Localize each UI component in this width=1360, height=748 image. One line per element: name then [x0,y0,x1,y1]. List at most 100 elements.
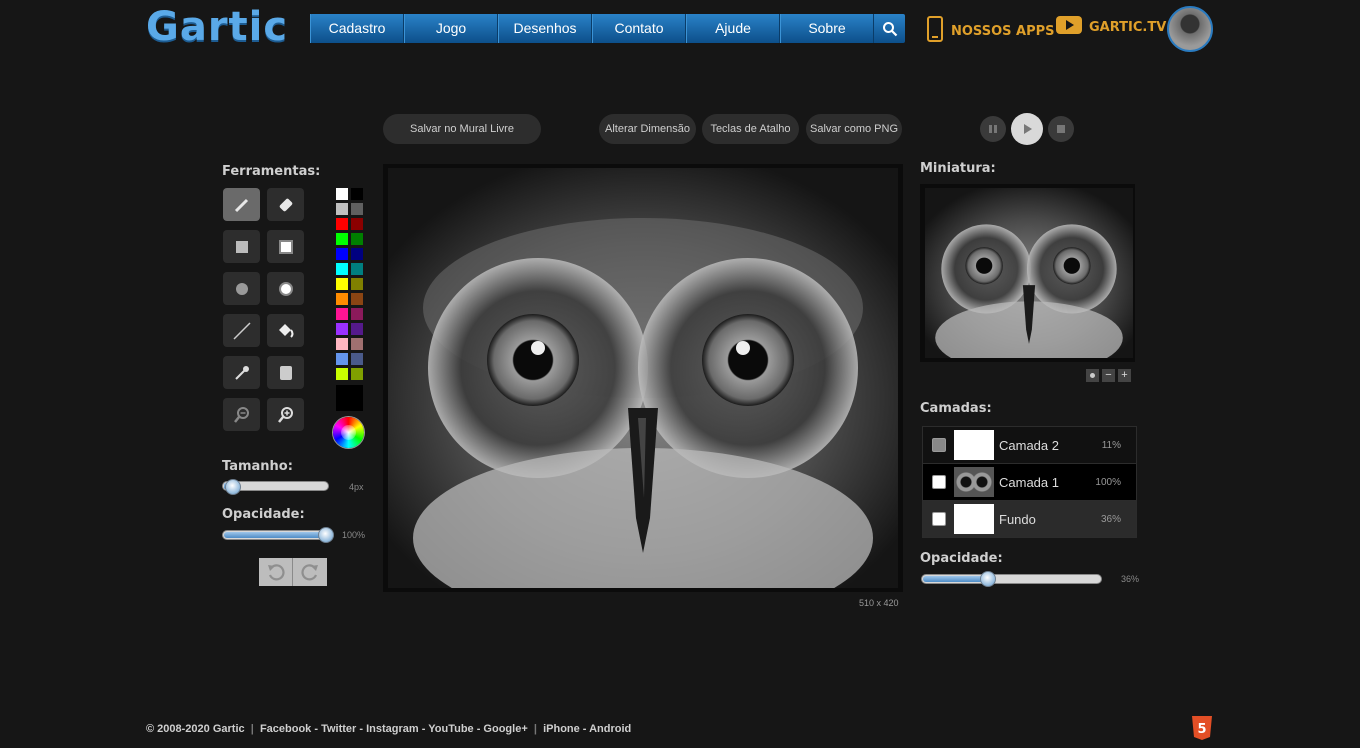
color-swatch[interactable] [351,233,363,245]
redo-icon [301,564,318,581]
color-swatch[interactable] [336,323,348,335]
layer-visibility-checkbox[interactable] [932,438,946,452]
miniature-preview[interactable] [920,184,1135,362]
nav-jogo[interactable]: Jogo [404,14,498,43]
stop-button[interactable] [1048,116,1074,142]
tv-label: GARTIC.TV [1089,19,1167,35]
zoom-reset-icon[interactable] [1086,369,1099,382]
play-icon [1024,124,1032,134]
color-wheel-icon[interactable] [333,417,364,448]
tools-label: Ferramentas: [222,164,321,179]
minus-icon[interactable]: − [1102,369,1115,382]
phone-icon [926,16,944,46]
color-swatch[interactable] [351,368,363,380]
layer-visibility-checkbox[interactable] [932,512,946,526]
outline-circle-tool[interactable] [267,272,304,305]
miniature-label: Miniatura: [920,161,996,176]
color-swatch[interactable] [336,353,348,365]
color-swatch[interactable] [336,218,348,230]
canvas-dimensions: 510 x 420 [859,598,899,608]
color-swatch[interactable] [351,188,363,200]
color-swatch[interactable] [336,308,348,320]
pencil-tool[interactable] [223,188,260,221]
opacity-value: 100% [342,530,366,540]
color-swatch[interactable] [336,203,348,215]
color-swatch[interactable] [351,293,363,305]
text-box-tool[interactable] [267,356,304,389]
nav-desenhos[interactable]: Desenhos [498,14,592,43]
line-icon [232,321,251,340]
opacity-slider-handle[interactable] [318,527,334,543]
pause-button[interactable] [980,116,1006,142]
color-swatch[interactable] [351,323,363,335]
layer-opacity: 100% [1095,476,1121,488]
layer-row[interactable]: Camada 2 11% [923,427,1136,464]
footer-app-links[interactable]: iPhone - Android [543,723,631,735]
line-tool[interactable] [223,314,260,347]
search-icon[interactable] [874,14,905,43]
avatar[interactable] [1167,6,1213,52]
current-color[interactable] [336,385,363,411]
eyedropper-tool[interactable] [223,356,260,389]
outline-rect-tool[interactable] [267,230,304,263]
zoom-out-icon [233,406,249,423]
color-swatch[interactable] [336,233,348,245]
layer-visibility-checkbox[interactable] [932,475,946,489]
apps-link[interactable]: NOSSOS APPS [926,16,1055,46]
pencil-icon [234,198,248,212]
gartic-logo[interactable]: Gartic [146,4,288,50]
layer-opacity: 36% [1100,513,1121,525]
color-swatch[interactable] [351,338,363,350]
color-swatch[interactable] [351,218,363,230]
footer-social-links[interactable]: Facebook - Twitter - Instagram - YouTube… [260,723,528,735]
color-swatch[interactable] [351,278,363,290]
filled-rect-icon [235,240,248,253]
eraser-tool[interactable] [267,188,304,221]
color-swatch[interactable] [351,308,363,320]
youtube-icon [1056,16,1082,38]
undo-button[interactable] [259,558,293,586]
size-slider-handle[interactable] [224,479,241,495]
color-swatch[interactable] [336,248,348,260]
color-swatch[interactable] [336,278,348,290]
bucket-tool[interactable] [267,314,304,347]
save-mural-button[interactable]: Salvar no Mural Livre [383,114,541,144]
color-swatch[interactable] [336,338,348,350]
apps-label: NOSSOS APPS [951,23,1055,39]
color-swatch[interactable] [336,293,348,305]
alter-dimension-button[interactable]: Alterar Dimensão [599,114,696,144]
layer-row[interactable]: Fundo 36% [923,501,1136,537]
nav-sobre[interactable]: Sobre [780,14,874,43]
plus-icon[interactable]: + [1118,369,1131,382]
filled-circle-tool[interactable] [223,272,260,305]
save-png-button[interactable]: Salvar como PNG [806,114,902,144]
nav-cadastro[interactable]: Cadastro [310,14,404,43]
color-swatch[interactable] [351,263,363,275]
color-swatch[interactable] [336,188,348,200]
footer-copyright: © 2008-2020 Gartic [146,723,245,735]
gartic-tv-link[interactable]: GARTIC.TV [1056,16,1166,38]
color-swatch[interactable] [351,248,363,260]
redo-button[interactable] [293,558,327,586]
owl-drawing [388,168,898,588]
color-swatch[interactable] [351,353,363,365]
nav-contato[interactable]: Contato [592,14,686,43]
size-label: Tamanho: [222,459,293,474]
nav-ajude[interactable]: Ajude [686,14,780,43]
shortcuts-button[interactable]: Teclas de Atalho [702,114,799,144]
color-swatch[interactable] [351,203,363,215]
play-button[interactable] [1011,113,1043,145]
outline-circle-icon [278,281,293,296]
zoom-in-tool[interactable] [267,398,304,431]
footer: © 2008-2020 Gartic | Facebook - Twitter … [146,723,632,735]
layer-opacity-slider-handle[interactable] [980,571,997,587]
layer-opacity-slider[interactable] [921,574,1102,584]
zoom-out-tool[interactable] [223,398,260,431]
color-swatch[interactable] [336,368,348,380]
layer-thumbnail [954,430,994,460]
drawing-canvas[interactable] [383,164,903,592]
filled-rect-tool[interactable] [223,230,260,263]
layer-opacity-slider-fill [923,576,987,582]
layer-row[interactable]: Camada 1 100% [923,464,1136,501]
color-swatch[interactable] [336,263,348,275]
